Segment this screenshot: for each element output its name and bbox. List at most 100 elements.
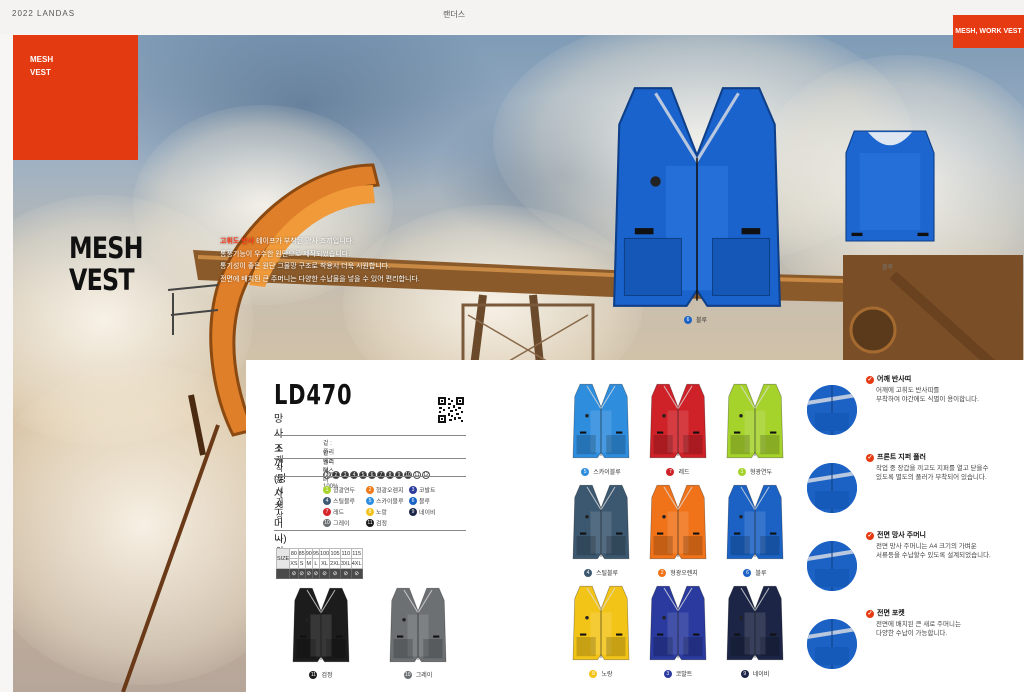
color-number-badge: 6 (743, 568, 752, 577)
vest-image (572, 484, 630, 560)
feature-description-line: 부착하여 야간에도 식별이 용이합니다. (876, 396, 979, 403)
color-number-badge: 10 (403, 670, 412, 679)
size-available-icon: ⊘ (304, 568, 313, 579)
color-name: 그레이 (333, 521, 350, 528)
vest-card[interactable]: 7 레드 (643, 381, 713, 476)
vest-color-label: 2 형광오렌지 (643, 568, 713, 577)
color-name: 형광오렌지 (670, 571, 698, 577)
size-available-icon: ⊘ (318, 568, 331, 579)
season-month-badge: 11 (413, 471, 421, 479)
feature-description: 전면에 배치된 큰 새로 주머니는다양한 수납이 가능합니다. (876, 620, 961, 638)
size-code: L (311, 558, 320, 569)
color-number-badge: 8 (589, 669, 598, 678)
spec-divider (274, 476, 466, 477)
color-name: 스카이블루 (593, 470, 621, 476)
vest-card[interactable]: 6 블루 (720, 482, 790, 577)
size-available-icon: ⊘ (311, 568, 320, 579)
hero-vest-back (845, 130, 935, 242)
check-icon: ✓ (866, 532, 874, 540)
size-code: 4XL (350, 558, 363, 569)
size-code: XL (318, 558, 331, 569)
model-number: LD470 (274, 378, 353, 411)
season-month-badge: 7 (377, 471, 385, 479)
vest-card[interactable]: 2 형광오렌지 (643, 482, 713, 577)
color-number-badge: 7 (666, 467, 675, 476)
size-chest: 115 (350, 548, 363, 559)
feature-description-line: 전면에 배치된 큰 새로 주머니는 (876, 621, 961, 628)
color-number-badge: 6 (684, 315, 692, 324)
color-number-badge: 1 (737, 467, 746, 476)
color-number-badge: 10 (323, 518, 331, 527)
feature-description-line: 작업 중 장갑을 끼고도 지퍼를 열고 닫을수 (876, 465, 989, 472)
size-chest: 80 (289, 548, 299, 559)
size-available-icon: ⊘ (289, 568, 299, 579)
color-name: 블루 (882, 265, 894, 271)
vest-image (726, 383, 784, 459)
vest-color-label: 11 검정 (286, 670, 356, 679)
season-month-badge: 12 (422, 471, 430, 479)
check-icon: ✓ (866, 610, 874, 618)
vest-card[interactable]: 1 형광연두 (720, 381, 790, 476)
vest-card[interactable]: 8 노랑 (566, 583, 636, 678)
intro-line: 테이프가 부착된 망사 조끼입니다. (256, 238, 355, 245)
vest-color-label: 6 블루 (720, 568, 790, 577)
color-name: 네이비 (752, 672, 770, 678)
vest-card[interactable]: 4 스틸블루 (566, 482, 636, 577)
vest-card[interactable]: 5 스카이블루 (566, 381, 636, 476)
size-available-icon: ⊘ (329, 568, 341, 579)
vest-image (649, 484, 707, 560)
size-chest: 95 (311, 548, 320, 559)
color-entry: 9 네이비 (409, 503, 436, 521)
vest-card[interactable]: 3 코발트 (643, 583, 713, 678)
feature-title: ✓ 전면 포켓 (866, 608, 905, 618)
spec-material-label: 소재 (276, 444, 284, 464)
season-month-badge: 9 (395, 471, 403, 479)
vest-image (572, 585, 630, 661)
vest-card[interactable]: 11 검정 (286, 586, 356, 679)
vest-card[interactable]: 10 그레이 (383, 586, 453, 679)
feature-description-line: 다양한 수납이 가능합니다. (876, 630, 948, 637)
color-name: 그레이 (415, 673, 433, 679)
feature-description-line: 전면 망사 주머니는 A4 크기의 가벼운 (876, 543, 977, 550)
color-name: 노랑 (601, 672, 613, 678)
size-chest: 90 (304, 548, 313, 559)
header-bar: 2022 LANDAS 랜더스 (0, 0, 1024, 34)
vest-image (649, 585, 707, 661)
season-month-badge: 1 (323, 471, 331, 479)
feature-title: ✓ 어깨 반사띠 (866, 374, 911, 384)
feature-description-line: 서류등을 수납할수 있도록 설계되었습니다. (876, 552, 991, 559)
season-month-badge: 3 (341, 471, 349, 479)
season-month-badge: 10 (404, 471, 412, 479)
season-months: 1 2 3 4 5 6 7 8 9 10 11 12 (323, 463, 431, 481)
season-month-badge: 4 (350, 471, 358, 479)
feature-title-text: 전면 포켓 (877, 610, 905, 617)
color-name: 스틸블루 (595, 571, 619, 577)
color-name: 레드 (678, 470, 690, 476)
size-chest: 110 (339, 548, 352, 559)
vest-card[interactable]: 9 네이비 (720, 583, 790, 678)
feature-detail-image (807, 541, 857, 591)
size-check-header (275, 568, 291, 579)
season-month-badge: 6 (368, 471, 376, 479)
spec-divider (274, 530, 466, 531)
color-number-badge: 2 (658, 568, 667, 577)
spec-divider (274, 458, 466, 459)
check-icon: ✓ (866, 376, 874, 384)
size-code: M (304, 558, 313, 569)
intro-highlight: 고휘도 반사 (220, 238, 257, 245)
vest-image (389, 587, 447, 663)
category-tag: MESH, WORK VEST (953, 15, 1024, 48)
qr-code-icon[interactable] (437, 396, 465, 424)
feature-detail-image (807, 463, 857, 513)
color-name: 네이비 (419, 510, 436, 517)
size-chest: 100 (318, 548, 331, 559)
size-available-icon: ⊘ (297, 568, 306, 579)
color-number-badge: 9 (740, 669, 749, 678)
spec-divider (274, 435, 466, 436)
intro-line: 통기성이 좋은 원단 그물망 구조로 착용시 더욱 시원합니다. (220, 263, 391, 270)
intro-line: 전면에 배치된 큰 주머니는 다양한 수납물을 넣을 수 있어 편리합니다. (220, 275, 420, 283)
color-name: 검정 (321, 673, 333, 679)
size-table: SIZE 80 85 90 95 100 105 110 115 XS S M L XL 2XL 3XL 4X… (275, 548, 363, 579)
brand-year: 2022 LANDAS (12, 9, 76, 18)
vest-color-label: 9 네이비 (720, 669, 790, 678)
